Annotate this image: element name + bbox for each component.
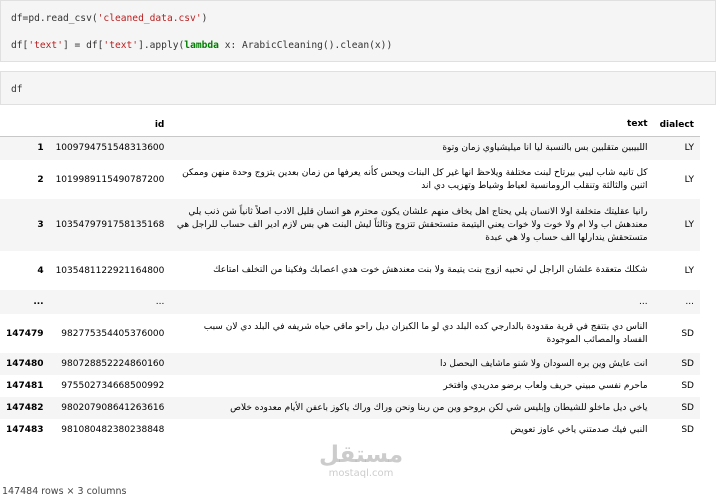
cell-text: النبي فيك صدمتني ياخي عاوز تعويض (510, 424, 648, 435)
cell-text: كل تانيه شاب ليبي بيرتاح لبنت مختلفة ويل… (182, 167, 648, 191)
row-index: 4 (37, 265, 44, 276)
cell-id: 1035481122921164800 (55, 265, 165, 276)
row-index: ... (33, 297, 44, 307)
code-token: df=pd.read_csv( (11, 13, 98, 24)
table-row: 1 1009794751548313600 اللبيبين متقلبين ب… (0, 136, 700, 160)
table-row: 147483 981080482380238848 النبي فيك صدمت… (0, 419, 700, 441)
cell-dialect: SD (681, 425, 694, 435)
code-token: x: ArabicCleaning().clean(x)) (218, 40, 393, 51)
cell-dialect: LY (684, 174, 694, 185)
cell-dialect: ... (685, 297, 694, 307)
table-header-row: id text dialect (0, 114, 700, 137)
cell-text: ماحرم نفسي مبيني حريف ولعاب برضو مدريدي … (443, 380, 648, 391)
row-index: 147480 (6, 359, 44, 369)
cell-dialect: SD (681, 403, 694, 413)
cell-text: اللبيبين متقلبين بس بالنسبة ليا انا ميلي… (442, 142, 648, 153)
row-index: 3 (37, 220, 44, 230)
mostaql-watermark-logo: مستقل mostaql.com (316, 442, 406, 479)
cell-dialect: SD (681, 381, 694, 391)
table-row: 2 1019989115490787200 كل تانيه شاب ليبي … (0, 160, 700, 199)
cell-text: ... (638, 296, 648, 307)
watermark-arabic-text: مستقل (318, 442, 404, 468)
code-token: ) (201, 13, 208, 24)
watermark-latin-text: mostaql.com (328, 468, 394, 479)
cell-dialect: LY (684, 220, 694, 230)
dataframe-output-table: id text dialect 1 1009794751548313600 ال… (0, 114, 700, 441)
code-token: df[ (11, 40, 29, 51)
table-row: 4 1035481122921164800 شكلك متعقدة علشان … (0, 251, 700, 290)
code-line: df=pd.read_csv('cleaned_data.csv') (11, 12, 207, 25)
table-row: 147481 975502734668500992 ماحرم نفسي مبي… (0, 375, 700, 397)
row-index: 2 (37, 174, 44, 185)
cell-text: الناس دي بتتفج في قرية مقدودة بالدارجي ك… (203, 321, 648, 345)
code-token: ].apply( (138, 40, 185, 51)
code-line: df (11, 84, 23, 95)
table-row: 3 1035479791758135168 رانيا عقليتك متخلف… (0, 199, 700, 251)
code-string: 'text' (28, 40, 63, 51)
cell-dialect: SD (681, 328, 694, 339)
table-row: 147479 982775354405376000 الناس دي بتتفج… (0, 314, 700, 353)
cell-id: 1019989115490787200 (55, 174, 165, 185)
row-index: 1 (37, 143, 44, 154)
cell-id: 975502734668500992 (61, 381, 165, 391)
cell-id: 1035479791758135168 (55, 220, 165, 230)
code-line: df['text'] = df['text'].apply(lambda x: … (11, 39, 392, 52)
cell-dialect: LY (684, 265, 694, 276)
row-index: 147481 (6, 381, 44, 391)
code-cell-df[interactable]: df (0, 71, 716, 105)
cell-dialect: LY (684, 143, 694, 154)
cell-id: ... (155, 297, 165, 307)
cell-id: 980207908641263616 (61, 403, 165, 413)
cell-dialect: SD (681, 359, 694, 369)
table-row: 147480 980728852224860160 انت عايش وين ب… (0, 353, 700, 375)
code-token: ] = df[ (62, 40, 104, 51)
code-cell-read-csv[interactable]: df=pd.read_csv('cleaned_data.csv') df['t… (0, 0, 716, 62)
header-index (0, 114, 50, 137)
cell-id: 982775354405376000 (61, 328, 165, 339)
row-index: 147482 (6, 403, 44, 413)
dataframe-shape-footer: 147484 rows × 3 columns (2, 486, 127, 494)
header-dialect: dialect (653, 114, 700, 137)
table-row: 147482 980207908641263616 ياخي ديل ماخلو… (0, 397, 700, 419)
cell-id: 980728852224860160 (61, 359, 165, 369)
cell-text: شكلك متعقدة علشان الراجل لي تحبيه ازوج ب… (213, 265, 648, 275)
code-string: 'text' (103, 40, 139, 51)
code-keyword: lambda (184, 40, 219, 51)
table-row-ellipsis: ... ... ... ... (0, 290, 700, 314)
header-text: text (170, 114, 654, 137)
code-string: 'cleaned_data.csv' (97, 13, 202, 24)
cell-text: ياخي ديل ماخلو للشيطان وإبليس شي لكن برو… (230, 402, 648, 413)
row-index: 147479 (6, 328, 44, 339)
cell-id: 981080482380238848 (61, 425, 165, 435)
cell-id: 1009794751548313600 (55, 143, 165, 154)
header-id: id (49, 114, 171, 137)
cell-text: رانيا عقليتك متخلفة اولا الانسان يلي يحت… (176, 206, 648, 243)
cell-text: انت عايش وين بره السودان ولا شنو ماشايف … (440, 358, 648, 369)
row-index: 147483 (6, 425, 44, 435)
